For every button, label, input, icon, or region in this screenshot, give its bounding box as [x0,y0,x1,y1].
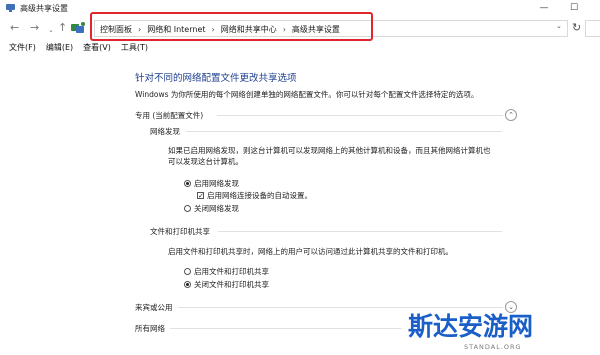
refresh-button[interactable]: ↻ [572,21,581,34]
file-sharing-off-label: 关闭文件和打印机共享 [194,280,269,289]
private-profile-header[interactable]: 专用 (当前配置文件) [135,110,203,121]
section-divider [217,115,503,116]
file-sharing-on-label: 启用文件和打印机共享 [194,267,269,276]
radio-selected-icon[interactable] [184,180,191,187]
window-title: 高级共享设置 [20,4,68,13]
recent-locations-button[interactable]: ⌄ [48,23,54,37]
file-sharing-on-option[interactable]: 启用文件和打印机共享 [184,266,269,277]
file-printer-sharing-heading: 文件和打印机共享 [150,227,210,236]
menu-edit[interactable]: 编辑(E) [46,41,73,55]
file-sharing-off-option[interactable]: 关闭文件和打印机共享 [184,279,269,290]
back-button[interactable]: ← [10,21,19,35]
network-discovery-on-option[interactable]: 启用网络发现 [184,178,239,189]
section-divider [186,131,502,132]
radio-selected-icon[interactable] [184,281,191,288]
brand-name: 斯达安游网 [408,312,534,341]
network-discovery-off-option[interactable]: 关闭网络发现 [184,203,239,214]
maximize-button[interactable]: ☐ [560,0,588,16]
page-title: 针对不同的网络配置文件更改共享选项 [135,73,297,84]
menu-file[interactable]: 文件(F) [9,41,36,55]
guest-public-header[interactable]: 来宾或公用 [135,302,173,313]
search-box[interactable] [585,20,600,37]
all-networks-header[interactable]: 所有网络 [135,323,165,334]
file-printer-sharing-description: 启用文件和打印机共享时，网络上的用户可以访问通过此计算机共享的文件和打印机。 [168,247,453,256]
section-divider [218,231,502,232]
section-divider [170,328,402,329]
auto-setup-option[interactable]: ✓ 启用网络连接设备的自动设置。 [197,190,312,201]
menu-bar: 文件(F) 编辑(E) 查看(V) 工具(T) [0,41,600,55]
network-discovery-heading: 网络发现 [150,127,180,136]
intro-text: Windows 为你所使用的每个网络创建单独的网络配置文件。你可以针对每个配置文… [135,90,479,99]
auto-setup-label: 启用网络连接设备的自动设置。 [207,191,312,200]
menu-tools[interactable]: 工具(T) [121,41,148,55]
brand-url: STANDAL.ORG [464,343,522,351]
network-discovery-description: 如果已启用网络发现，则这台计算机可以发现网络上的其他计算机和设备，而且其他网络计… [168,146,491,155]
up-button[interactable]: ↑ [58,21,67,35]
address-dropdown-button[interactable]: ⌄ [556,22,562,30]
menu-view[interactable]: 查看(V) [83,41,111,55]
minimize-button[interactable]: — [530,0,558,16]
control-panel-icon [71,22,85,33]
address-highlight-box [90,12,373,41]
radio-unselected-icon[interactable] [184,268,191,275]
radio-unselected-icon[interactable] [184,205,191,212]
forward-button[interactable]: → [30,21,39,35]
collapse-button[interactable]: ⌃ [505,109,517,121]
network-discovery-description-cont: 可以发现这台计算机。 [168,157,243,166]
network-sharing-icon [6,4,15,12]
network-discovery-off-label: 关闭网络发现 [194,204,239,213]
brand-logo: 斯达安游网 STANDAL.ORG [398,305,600,355]
checkbox-checked-icon[interactable]: ✓ [197,192,204,200]
network-discovery-on-label: 启用网络发现 [194,179,239,188]
